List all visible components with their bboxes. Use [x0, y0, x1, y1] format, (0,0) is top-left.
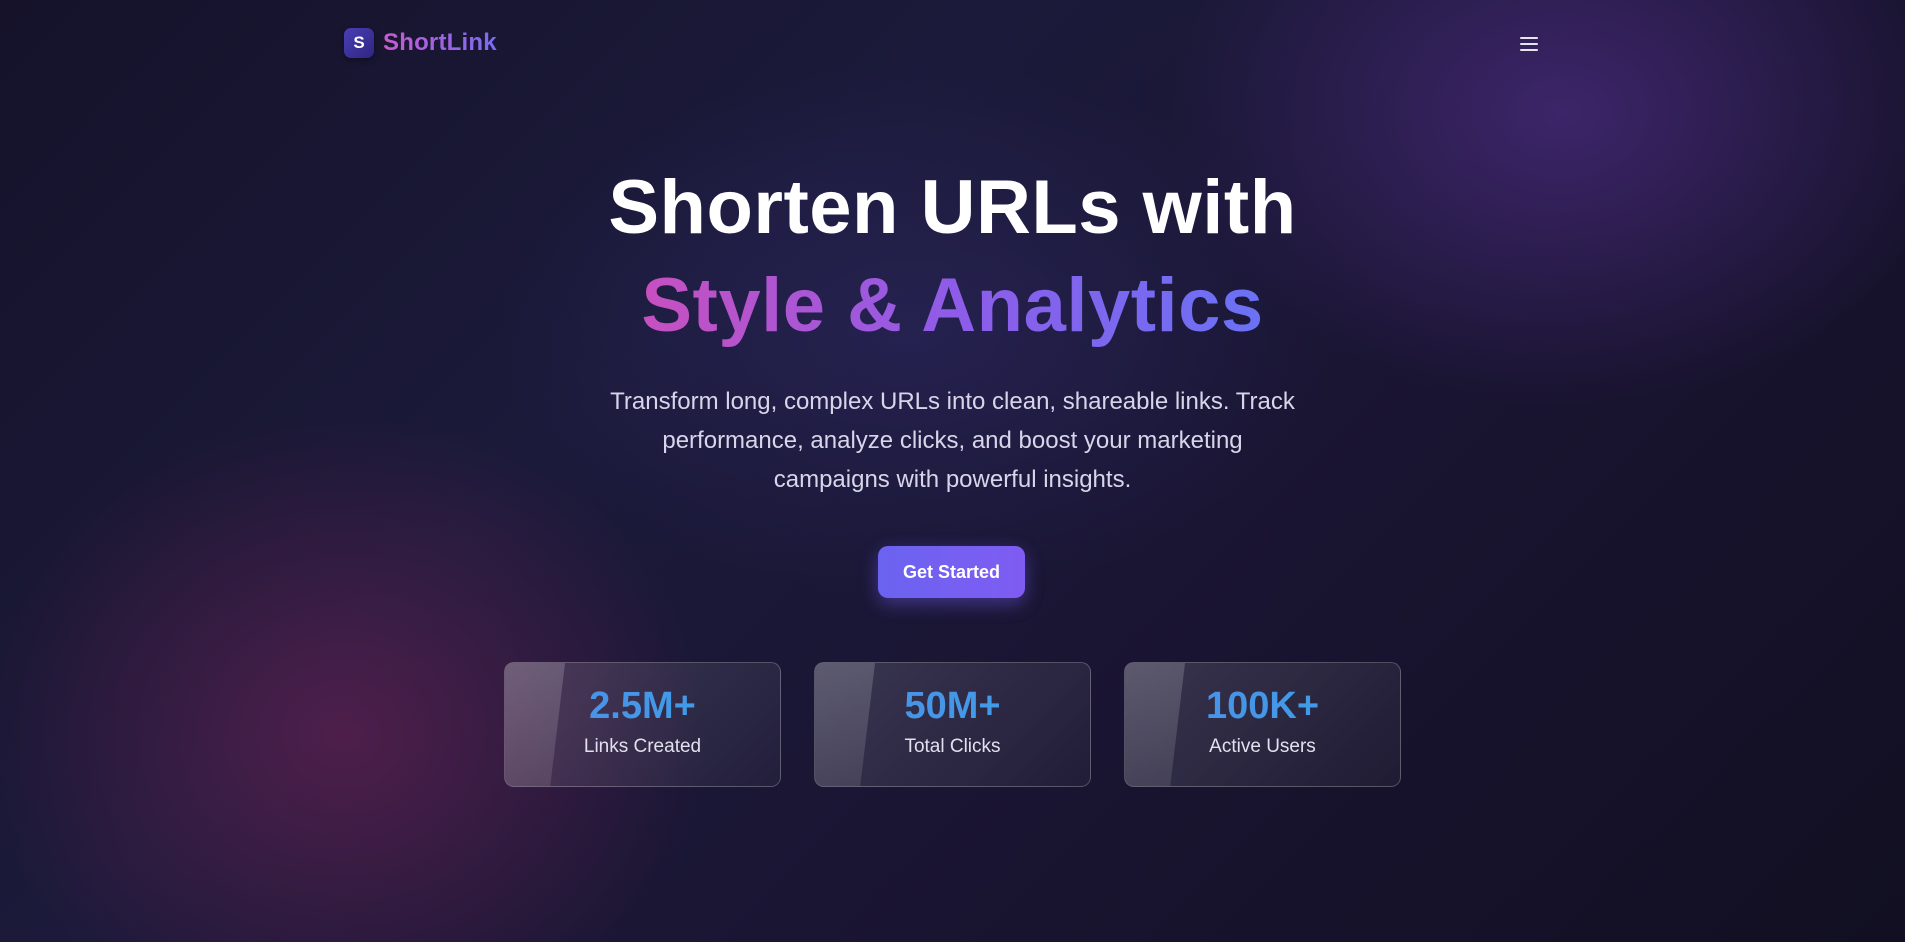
stat-card-links: 2.5M+ Links Created: [504, 662, 781, 787]
stat-label: Active Users: [1209, 736, 1316, 757]
hero-subtitle-wrapper: Style & Analytics: [0, 256, 1905, 356]
stat-card-clicks: 50M+ Total Clicks: [814, 662, 1091, 787]
menu-bar: [1520, 43, 1538, 45]
hero-description: Transform long, complex URLs into clean,…: [610, 388, 1295, 493]
menu-bar: [1520, 49, 1538, 51]
hero-title-highlight: Style & Analytics: [641, 256, 1263, 356]
site-header: S ShortLink: [0, 0, 1905, 88]
brand-name: ShortLink: [383, 29, 497, 56]
stat-card-users: 100K+ Active Users: [1124, 662, 1401, 787]
hamburger-menu-icon[interactable]: [1520, 33, 1542, 55]
stat-value: 50M+: [815, 683, 1090, 729]
stat-value: 100K+: [1125, 683, 1400, 729]
hero-title: Shorten URLs with: [608, 165, 1297, 250]
brand-logo[interactable]: S ShortLink: [344, 28, 497, 58]
get-started-button[interactable]: Get Started: [878, 546, 1025, 598]
stat-value: 2.5M+: [505, 683, 780, 729]
stat-label: Links Created: [583, 736, 702, 757]
hero-section: Shorten URLs with Style & Analytics Tran…: [0, 160, 1905, 499]
stat-label: Total Clicks: [904, 736, 1001, 757]
stats-section: 2.5M+ Links Created 50M+ Total Clicks 10…: [504, 662, 1401, 787]
menu-bar: [1520, 37, 1538, 39]
logo-mark-icon: S: [344, 28, 374, 58]
